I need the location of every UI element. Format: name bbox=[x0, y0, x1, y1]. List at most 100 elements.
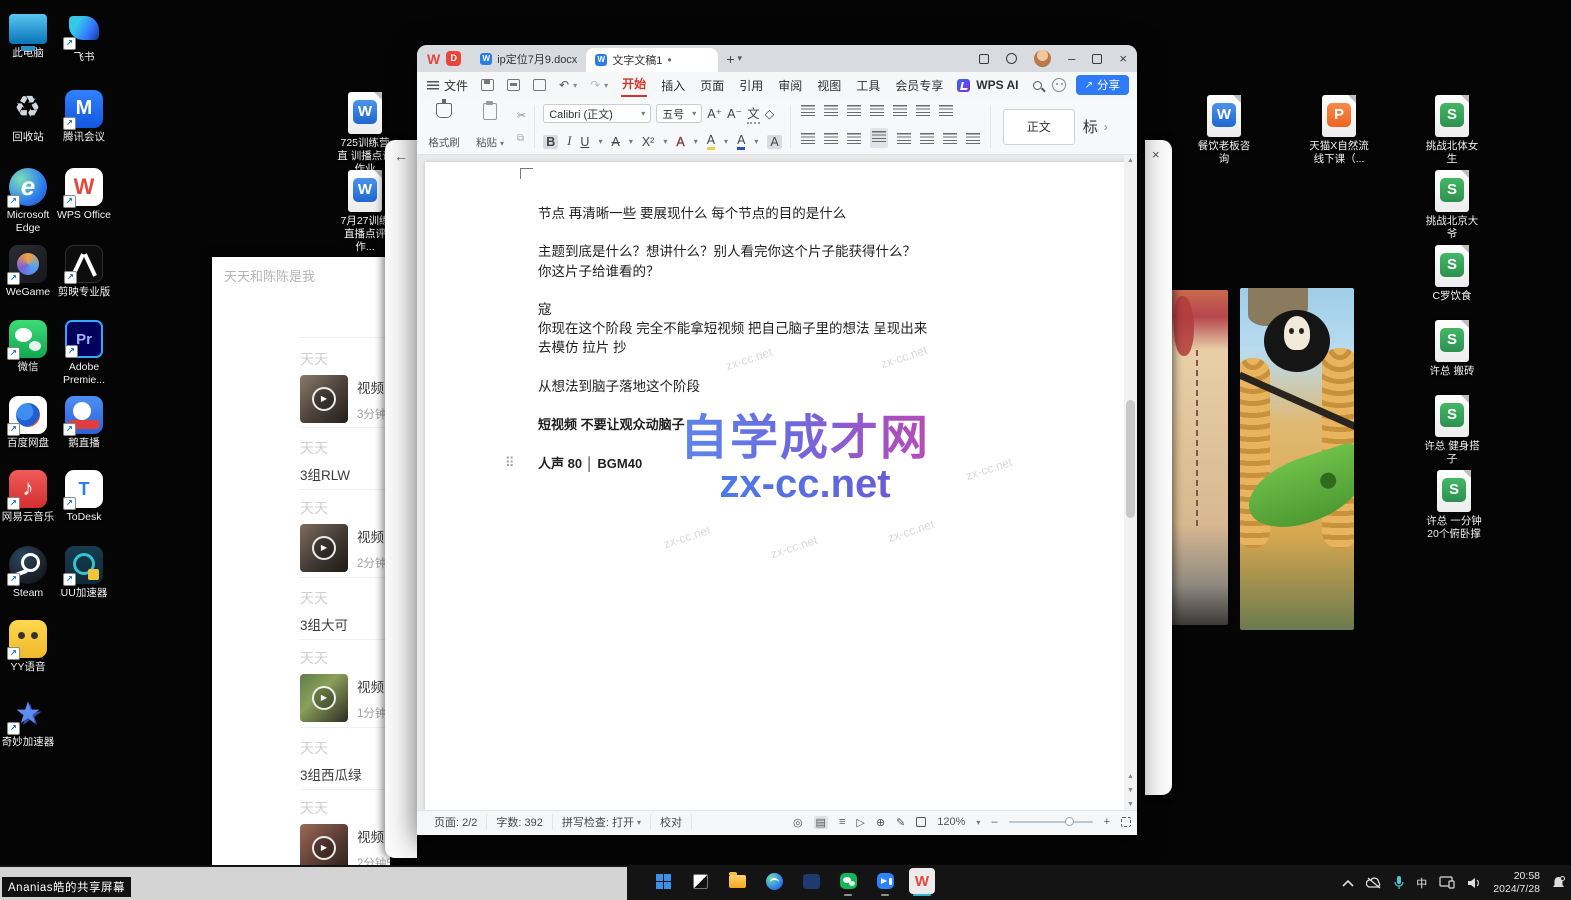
style-heading[interactable]: 标 › bbox=[1083, 116, 1108, 137]
strike-caret[interactable]: ▾ bbox=[629, 137, 633, 146]
skin-globe-icon[interactable] bbox=[1006, 53, 1017, 64]
start-button[interactable] bbox=[650, 868, 676, 894]
cut-icon[interactable]: ✂ bbox=[517, 109, 526, 122]
menu-review[interactable]: 审阅 bbox=[777, 75, 803, 96]
focus-mode-icon[interactable]: ◎ bbox=[793, 816, 803, 829]
char-scale-icon[interactable] bbox=[893, 105, 907, 116]
font-size-select[interactable]: 五号▾ bbox=[656, 104, 702, 123]
file-explorer-button[interactable] bbox=[724, 868, 750, 894]
bold-button[interactable]: B bbox=[543, 135, 558, 149]
distribute-icon[interactable] bbox=[897, 133, 911, 144]
page-view-icon[interactable]: ▤ bbox=[814, 816, 828, 829]
redo-caret[interactable]: ▾ bbox=[604, 81, 608, 90]
desktop-icon-baidu-netdisk[interactable]: 百度网盘 bbox=[0, 396, 56, 450]
tab-list-caret[interactable]: ▾ bbox=[738, 53, 743, 64]
bullets-icon[interactable] bbox=[801, 105, 815, 116]
tab-new-doc[interactable]: W 文字文稿1 • bbox=[586, 48, 718, 72]
decrease-indent-icon[interactable] bbox=[847, 105, 861, 116]
desktop-icon-wps-office[interactable]: W WPS Office bbox=[56, 168, 112, 222]
back-arrow-icon[interactable]: ← bbox=[394, 148, 408, 164]
desktop-icon-wegame[interactable]: WeGame bbox=[0, 245, 56, 299]
menu-wps-ai[interactable]: WPS AI bbox=[975, 76, 1019, 94]
desktop-icon-ppt-tmall[interactable]: P 天猫X自然流线下课（... bbox=[1308, 95, 1370, 166]
video-thumbnail[interactable] bbox=[300, 674, 348, 722]
speaker-icon[interactable] bbox=[1467, 877, 1481, 889]
chat-message-text[interactable]: 天天 3组RLW bbox=[300, 438, 390, 484]
font-color-button[interactable]: A bbox=[737, 133, 745, 150]
ink-icon[interactable]: ✎ bbox=[896, 816, 905, 829]
desktop-icon-sheet-beiti[interactable]: S 挑战北体女生 bbox=[1422, 95, 1482, 166]
desktop-icon-goose-live[interactable]: 鹅直播 bbox=[56, 396, 112, 450]
desktop-icon-steam[interactable]: Steam bbox=[0, 546, 56, 600]
share-button[interactable]: 分享 bbox=[1076, 75, 1129, 95]
desktop-icon-netease-music[interactable]: 网易云音乐 bbox=[0, 470, 56, 524]
edge-button[interactable] bbox=[761, 868, 787, 894]
show-marks-icon[interactable] bbox=[939, 105, 953, 116]
desktop-icon-todesk[interactable]: T ToDesk bbox=[56, 470, 112, 524]
cast-screen-icon[interactable] bbox=[1439, 876, 1455, 889]
file-menu[interactable]: 文件 bbox=[427, 77, 468, 94]
taskbar-app-bw[interactable] bbox=[687, 868, 713, 894]
menu-tools[interactable]: 工具 bbox=[855, 75, 881, 96]
fit-page-icon[interactable] bbox=[916, 817, 926, 827]
notification-bell-icon[interactable] bbox=[1552, 876, 1565, 890]
paragraph-drag-handle[interactable]: ⠿ bbox=[505, 455, 515, 471]
superscript-button[interactable]: X² bbox=[642, 135, 655, 149]
desktop-icon-doc-canyin[interactable]: W 餐饮老板咨询 bbox=[1194, 95, 1254, 166]
wechat-taskbar-button[interactable] bbox=[835, 868, 861, 894]
print-icon[interactable] bbox=[507, 79, 520, 91]
chat-message-video[interactable]: 天天 视频 1分钟 bbox=[300, 648, 390, 722]
menu-insert[interactable]: 插入 bbox=[660, 75, 686, 96]
document-page[interactable]: 节点 再清晰一些 要展现什么 每个节点的目的是什么 主题到底是什么？想讲什么？别… bbox=[425, 162, 1125, 810]
meeting-taskbar-button[interactable] bbox=[872, 868, 898, 894]
clear-format-button[interactable]: ◇ bbox=[765, 106, 775, 121]
desktop-icon-edge[interactable]: Microsoft Edge bbox=[0, 168, 56, 235]
feedback-icon[interactable] bbox=[1052, 78, 1066, 92]
desktop-icon-sheet-xuzong-banzhuan[interactable]: S 许总 搬砖 bbox=[1422, 320, 1482, 378]
chat-message-video[interactable]: 天天 视频 2分钟56秒 bbox=[300, 798, 390, 865]
strikethrough-button[interactable]: A bbox=[611, 135, 619, 149]
desktop-icon-qimiao-booster[interactable]: 奇妙加速器 bbox=[0, 695, 56, 749]
new-tab-button[interactable]: + bbox=[726, 51, 734, 67]
word-count[interactable]: 字数: 392 bbox=[487, 814, 552, 830]
desktop-icon-this-pc[interactable]: 此电脑 bbox=[0, 10, 56, 60]
underline-caret[interactable]: ▾ bbox=[598, 137, 602, 146]
prev-page-button[interactable]: ▲ bbox=[1124, 773, 1137, 780]
vertical-scrollbar[interactable]: ▲ ▲ ▼ ▼ bbox=[1124, 155, 1137, 810]
desktop-icon-sheet-beijing[interactable]: S 挑战北京大爷 bbox=[1422, 170, 1482, 241]
align-left-icon[interactable] bbox=[801, 133, 815, 144]
zoom-slider-thumb[interactable] bbox=[1065, 817, 1074, 826]
outline-view-icon[interactable]: ≡ bbox=[839, 816, 845, 828]
copy-icon[interactable]: ⧉ bbox=[517, 133, 526, 144]
align-right-icon[interactable] bbox=[847, 133, 861, 144]
read-mode-icon[interactable]: ▷ bbox=[856, 816, 864, 829]
menu-member[interactable]: 会员专享 bbox=[894, 75, 944, 96]
desktop-icon-sheet-xuzong-pushup[interactable]: S 许总 一分钟20个俯卧撑 bbox=[1422, 470, 1486, 541]
next-page-button[interactable]: ▼ bbox=[1124, 801, 1137, 808]
close-icon[interactable]: × bbox=[1152, 147, 1160, 162]
border-icon[interactable] bbox=[966, 133, 980, 144]
highlight-caret[interactable]: ▾ bbox=[724, 137, 728, 146]
chat-message-video[interactable]: 天天 视频 2分钟 bbox=[300, 498, 390, 572]
wps-taskbar-button[interactable]: W bbox=[909, 868, 935, 894]
scroll-down-arrow[interactable]: ▼ bbox=[1124, 787, 1137, 794]
zoom-in-button[interactable]: + bbox=[1104, 816, 1110, 828]
video-thumbnail[interactable] bbox=[300, 524, 348, 572]
shading-icon[interactable] bbox=[943, 133, 957, 144]
cloud-off-icon[interactable] bbox=[1366, 877, 1382, 889]
increase-indent-icon[interactable] bbox=[870, 105, 884, 116]
web-view-icon[interactable]: ⊕ bbox=[876, 816, 885, 829]
style-more-chevron[interactable]: › bbox=[1104, 120, 1108, 134]
style-body[interactable]: 正文 bbox=[1003, 109, 1075, 145]
desktop-icon-wechat[interactable]: 微信 bbox=[0, 320, 56, 374]
char-shading-button[interactable]: A bbox=[767, 135, 781, 149]
text-effect-button[interactable]: 文 bbox=[747, 103, 760, 124]
grow-font-button[interactable]: A⁺ bbox=[707, 106, 722, 121]
desktop-icon-feishu[interactable]: 飞书 bbox=[56, 10, 112, 64]
menu-home[interactable]: 开始 bbox=[621, 73, 647, 97]
ime-indicator[interactable]: 中 bbox=[1416, 875, 1427, 891]
align-justify-icon[interactable] bbox=[870, 128, 888, 148]
video-thumbnail[interactable] bbox=[300, 824, 348, 865]
color-caret[interactable]: ▾ bbox=[754, 137, 758, 146]
desktop-icon-capcut[interactable]: 剪映专业版 bbox=[56, 245, 112, 299]
